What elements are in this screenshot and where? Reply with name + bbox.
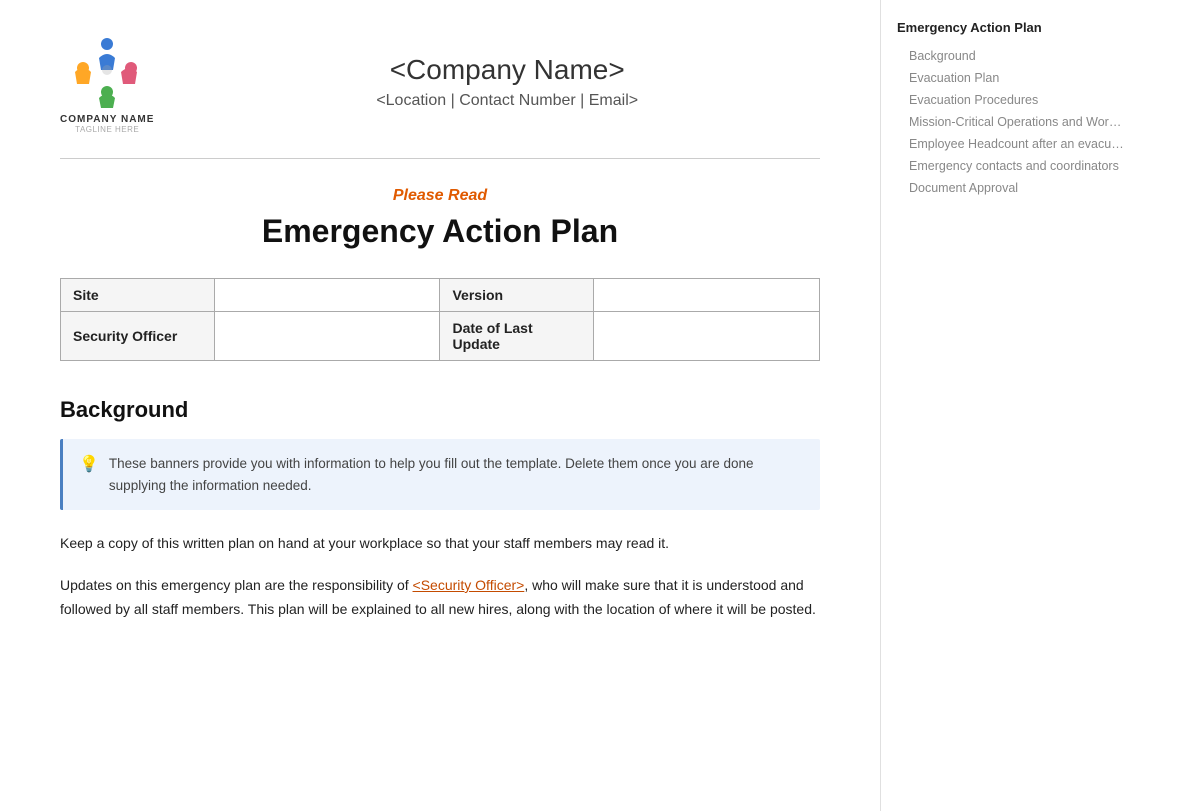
security-officer-label: Security Officer	[61, 312, 215, 361]
site-value	[214, 279, 440, 312]
banner-text: These banners provide you with informati…	[109, 453, 804, 496]
sidebar-items: Background Evacuation Plan Evacuation Pr…	[897, 45, 1124, 199]
version-value	[594, 279, 820, 312]
site-label: Site	[61, 279, 215, 312]
body-text-1: Keep a copy of this written plan on hand…	[60, 532, 820, 556]
sidebar-item-background[interactable]: Background	[897, 45, 1124, 67]
version-label: Version	[440, 279, 594, 312]
security-officer-value	[214, 312, 440, 361]
table-row-1: Site Version	[61, 279, 820, 312]
sidebar-item-evacuation-plan[interactable]: Evacuation Plan	[897, 67, 1124, 89]
logo-company-name: COMPANY NAME	[60, 114, 154, 125]
date-update-value	[594, 312, 820, 361]
main-title: Emergency Action Plan	[60, 213, 820, 250]
sidebar-item-employee-headcount[interactable]: Employee Headcount after an evacua...	[897, 133, 1124, 155]
company-logo	[67, 30, 147, 110]
header-text: <Company Name> <Location | Contact Numbe…	[194, 54, 820, 110]
logo-tagline: TAGLINE HERE	[75, 125, 139, 134]
sidebar: Emergency Action Plan Background Evacuat…	[880, 0, 1140, 811]
body2-pre: Updates on this emergency plan are the r…	[60, 577, 413, 593]
info-banner: 💡 These banners provide you with informa…	[60, 439, 820, 510]
background-heading: Background	[60, 397, 820, 423]
logo-area: COMPANY NAME TAGLINE HERE	[60, 30, 154, 134]
date-update-label: Date of Last Update	[440, 312, 594, 361]
body-text-2: Updates on this emergency plan are the r…	[60, 574, 820, 622]
contact-info: <Location | Contact Number | Email>	[194, 92, 820, 110]
header: COMPANY NAME TAGLINE HERE <Company Name>…	[60, 30, 820, 134]
body2-highlight: <Security Officer>	[413, 577, 525, 593]
header-divider	[60, 158, 820, 159]
sidebar-item-evacuation-procedures[interactable]: Evacuation Procedures	[897, 89, 1124, 111]
info-table: Site Version Security Officer Date of La…	[60, 278, 820, 361]
please-read-label: Please Read	[60, 187, 820, 205]
sidebar-item-document-approval[interactable]: Document Approval	[897, 177, 1124, 199]
table-row-2: Security Officer Date of Last Update	[61, 312, 820, 361]
sidebar-title: Emergency Action Plan	[897, 20, 1124, 35]
company-name-heading: <Company Name>	[194, 54, 820, 86]
main-content: COMPANY NAME TAGLINE HERE <Company Name>…	[0, 0, 880, 811]
bulb-icon: 💡	[79, 454, 99, 474]
sidebar-item-mission-critical[interactable]: Mission-Critical Operations and Work...	[897, 111, 1124, 133]
sidebar-item-emergency-contacts[interactable]: Emergency contacts and coordinators	[897, 155, 1124, 177]
